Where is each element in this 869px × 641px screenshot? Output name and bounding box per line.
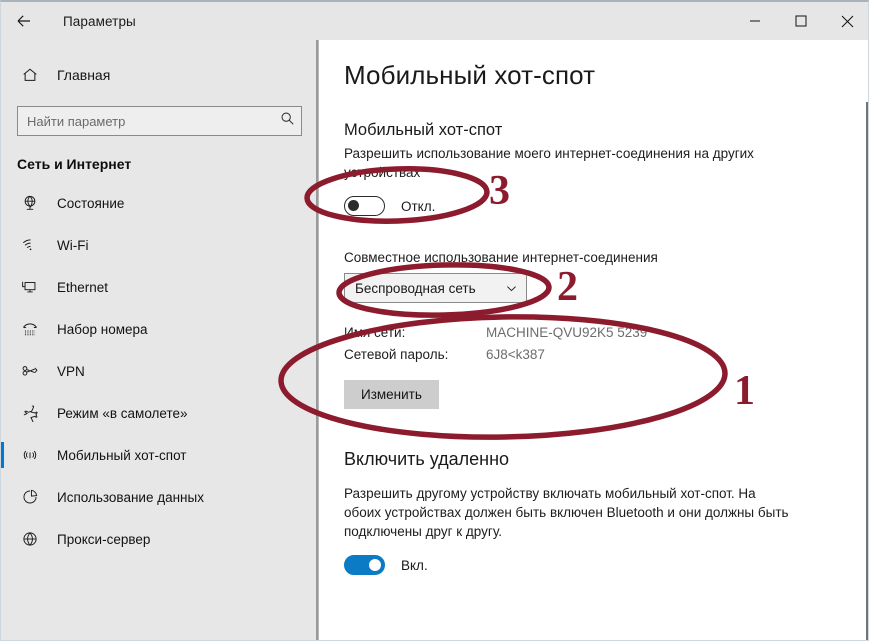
- ethernet-icon: [17, 278, 43, 296]
- globe-monitor-icon: [17, 194, 43, 212]
- sidebar-item-mobile-hotspot[interactable]: Мобильный хот-спот: [1, 434, 318, 476]
- sidebar-item-home[interactable]: Главная: [1, 58, 318, 92]
- sidebar-item-data-usage[interactable]: Использование данных: [1, 476, 318, 518]
- globe-icon: [17, 530, 43, 548]
- hotspot-toggle[interactable]: [344, 196, 385, 216]
- annotation-number-2: 2: [557, 264, 578, 310]
- search-box[interactable]: [17, 106, 302, 136]
- remote-toggle-row: Вкл.: [344, 555, 832, 575]
- sidebar-label: Набор номера: [57, 321, 148, 337]
- hotspot-section-heading: Мобильный хот-спот: [344, 121, 503, 139]
- sidebar-nav-list: Состояние Wi-Fi Ethernet Набор номера VP…: [1, 182, 318, 560]
- hotspot-broadcast-icon: [17, 446, 43, 464]
- sharing-dropdown-value: Беспроводная сеть: [355, 280, 476, 296]
- network-name-value: MACHINE-QVU92K5 5239: [486, 325, 648, 340]
- network-name-row: Имя сети: MACHINE-QVU92K5 5239: [344, 325, 832, 347]
- network-name-label: Имя сети:: [344, 325, 406, 340]
- airplane-icon: [17, 404, 43, 422]
- maximize-button[interactable]: [778, 2, 824, 40]
- main-content: Мобильный хот-спот Мобильный хот-спот Ра…: [320, 40, 868, 640]
- sidebar-label: Режим «в самолете»: [57, 405, 188, 421]
- sidebar-item-ethernet[interactable]: Ethernet: [1, 266, 318, 308]
- chevron-down-icon: [505, 282, 518, 295]
- annotation-number-3: 3: [489, 168, 510, 214]
- sidebar-label: Ethernet: [57, 279, 109, 295]
- sidebar-label: Прокси-сервер: [57, 531, 151, 547]
- sharing-dropdown[interactable]: Беспроводная сеть: [344, 273, 527, 303]
- sidebar-label: Использование данных: [57, 489, 204, 505]
- sidebar-item-proxy[interactable]: Прокси-сервер: [1, 518, 318, 560]
- pie-chart-icon: [17, 488, 43, 506]
- hotspot-toggle-row: Откл.: [344, 196, 832, 216]
- network-password-row: Сетевой пароль: 6J8<k387: [344, 347, 832, 369]
- page-title: Мобильный хот-спот: [344, 60, 596, 90]
- search-input[interactable]: [17, 106, 302, 136]
- remote-section-description: Разрешить другому устройству включать мо…: [344, 486, 789, 539]
- sidebar-scrollbar[interactable]: [316, 40, 318, 640]
- sidebar-label: VPN: [57, 363, 85, 379]
- wifi-icon: [17, 236, 43, 254]
- sidebar-item-wifi[interactable]: Wi-Fi: [1, 224, 318, 266]
- sidebar: Главная Сеть и Интернет Состояние: [1, 40, 319, 640]
- edit-button[interactable]: Изменить: [344, 380, 439, 409]
- settings-window: Параметры Главная Найти параметр Сеть и …: [0, 0, 869, 641]
- vpn-key-icon: [17, 362, 43, 380]
- sidebar-home-label: Главная: [57, 67, 111, 83]
- network-info-block: Имя сети: MACHINE-QVU92K5 5239 Сетевой п…: [344, 325, 832, 409]
- sidebar-item-status[interactable]: Состояние: [1, 182, 318, 224]
- sharing-label: Совместное использование интернет-соедин…: [344, 250, 658, 265]
- home-icon: [17, 66, 43, 84]
- close-button[interactable]: [824, 2, 868, 40]
- sidebar-label: Wi-Fi: [57, 237, 89, 253]
- sidebar-label: Мобильный хот-спот: [57, 447, 187, 463]
- window-controls: [732, 2, 868, 40]
- hotspot-toggle-label: Откл.: [401, 198, 436, 214]
- main-scrollbar[interactable]: [866, 102, 868, 640]
- window-title: Параметры: [63, 13, 136, 29]
- network-password-label: Сетевой пароль:: [344, 347, 449, 362]
- hotspot-section-description: Разрешить использование моего интернет-с…: [344, 146, 754, 180]
- dialup-phone-icon: [17, 320, 43, 338]
- sidebar-item-airplane-mode[interactable]: Режим «в самолете»: [1, 392, 318, 434]
- minimize-button[interactable]: [732, 2, 778, 40]
- back-button[interactable]: [1, 2, 47, 40]
- sidebar-label: Состояние: [57, 195, 125, 211]
- remote-toggle-label: Вкл.: [401, 557, 428, 573]
- sidebar-item-dialup[interactable]: Набор номера: [1, 308, 318, 350]
- annotation-number-1: 1: [734, 368, 755, 414]
- remote-toggle[interactable]: [344, 555, 385, 575]
- remote-section-heading: Включить удаленно: [344, 449, 510, 469]
- title-bar: Параметры: [1, 2, 868, 40]
- sidebar-item-vpn[interactable]: VPN: [1, 350, 318, 392]
- sidebar-section-title: Сеть и Интернет: [17, 156, 132, 172]
- network-password-value: 6J8<k387: [486, 347, 545, 362]
